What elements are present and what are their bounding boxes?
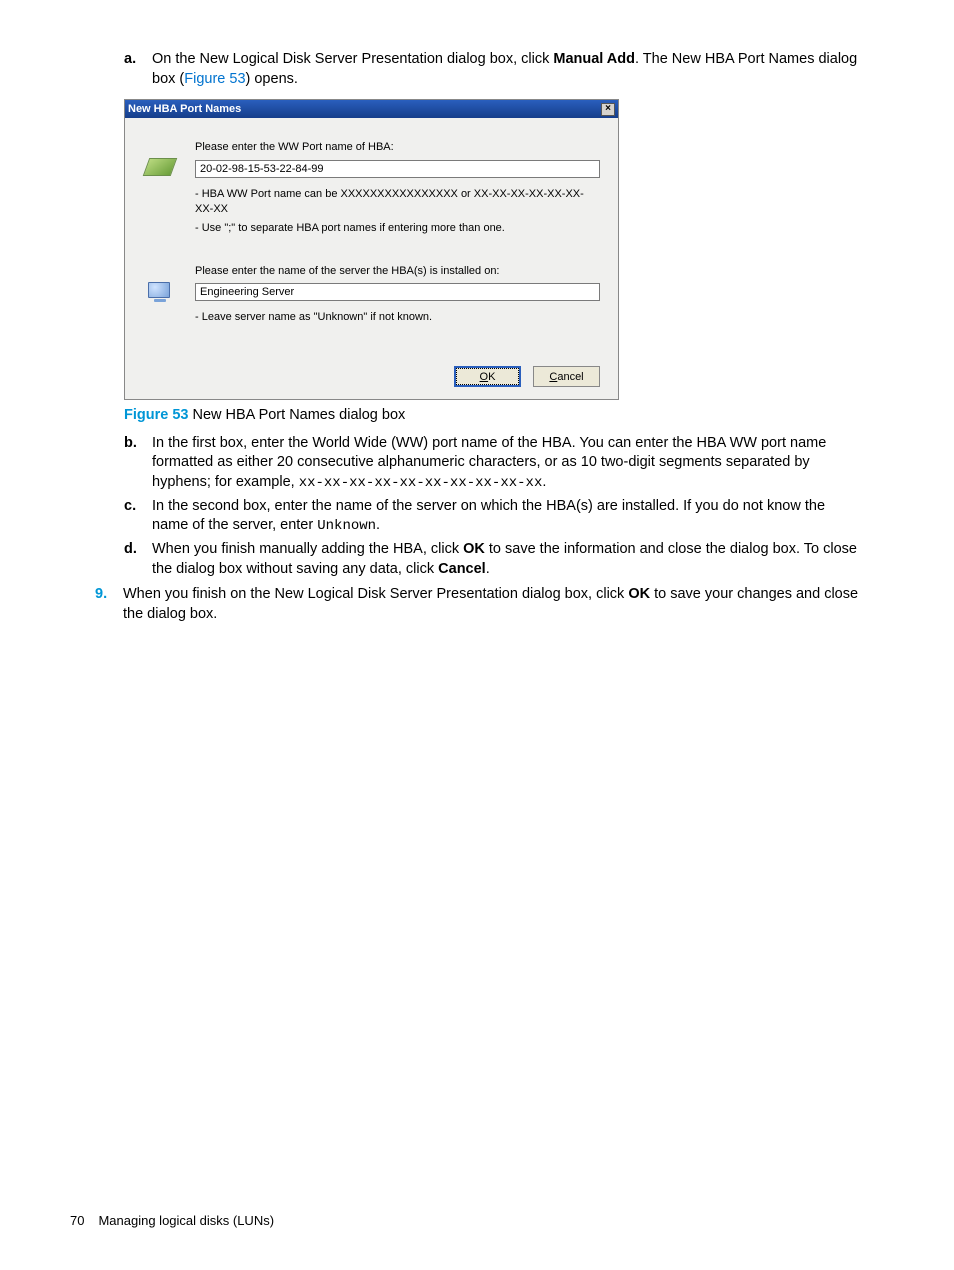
chapter-title: Managing logical disks (LUNs) [98,1212,274,1230]
figure-53-link[interactable]: Figure 53 [184,71,245,87]
page-footer: 70 Managing logical disks (LUNs) [70,1212,274,1230]
figure-caption: Figure 53 New HBA Port Names dialog box [124,406,859,426]
figure-text: New HBA Port Names dialog box [188,407,405,423]
hba-card-icon [143,140,177,239]
step-9: 9. When you finish on the New Logical Di… [95,585,859,624]
server-name-row: Please enter the name of the server the … [143,264,600,330]
dialog-title: New HBA Port Names [128,102,241,117]
step-d-bold2: Cancel [438,561,486,577]
server-name-hint: - Leave server name as "Unknown" if not … [195,310,600,325]
step-a-content: On the New Logical Disk Server Presentat… [152,50,859,89]
step-d-bold1: OK [463,541,485,557]
step-a-text3: ) opens. [246,71,298,87]
step-b-marker: b. [124,434,142,493]
step-9-text1: When you finish on the New Logical Disk … [123,586,628,602]
step-c-text1: In the second box, enter the name of the… [152,498,825,534]
dialog-body: Please enter the WW Port name of HBA: - … [125,118,618,361]
cancel-button[interactable]: Cancel [533,366,600,387]
step-d-marker: d. [124,540,142,579]
monitor-icon [143,264,177,330]
close-icon[interactable]: × [601,103,615,116]
server-name-input[interactable] [195,283,600,301]
step-a: a. On the New Logical Disk Server Presen… [124,50,859,89]
page-number: 70 [70,1212,84,1230]
step-a-text1: On the New Logical Disk Server Presentat… [152,51,553,67]
ww-port-label: Please enter the WW Port name of HBA: [195,140,600,155]
dialog-button-row: OK Cancel [125,361,618,399]
dialog-title-bar: New HBA Port Names × [125,100,618,118]
step-b-mono: xx-xx-xx-xx-xx-xx-xx-xx-xx-xx [299,475,543,491]
ww-port-row: Please enter the WW Port name of HBA: - … [143,140,600,239]
figure-label: Figure 53 [124,407,188,423]
step-a-marker: a. [124,50,142,89]
step-d-text3: . [486,561,490,577]
step-d: d. When you finish manually adding the H… [124,540,859,579]
step-d-text1: When you finish manually adding the HBA,… [152,541,463,557]
ok-button[interactable]: OK [454,366,521,387]
server-name-label: Please enter the name of the server the … [195,264,600,279]
step-b-text2: . [542,474,546,490]
step-c-text2: . [376,517,380,533]
ww-port-hint2: - Use ";" to separate HBA port names if … [195,221,600,236]
step-9-marker: 9. [95,585,113,624]
new-hba-port-names-dialog: New HBA Port Names × Please enter the WW… [124,99,619,400]
step-c-marker: c. [124,497,142,536]
ww-port-input[interactable] [195,160,600,178]
step-9-bold: OK [628,586,650,602]
step-b: b. In the first box, enter the World Wid… [124,434,859,493]
step-c: c. In the second box, enter the name of … [124,497,859,536]
step-c-mono: Unknown [317,518,376,534]
ww-port-hint1: - HBA WW Port name can be XXXXXXXXXXXXXX… [195,187,600,217]
step-a-bold: Manual Add [553,51,635,67]
